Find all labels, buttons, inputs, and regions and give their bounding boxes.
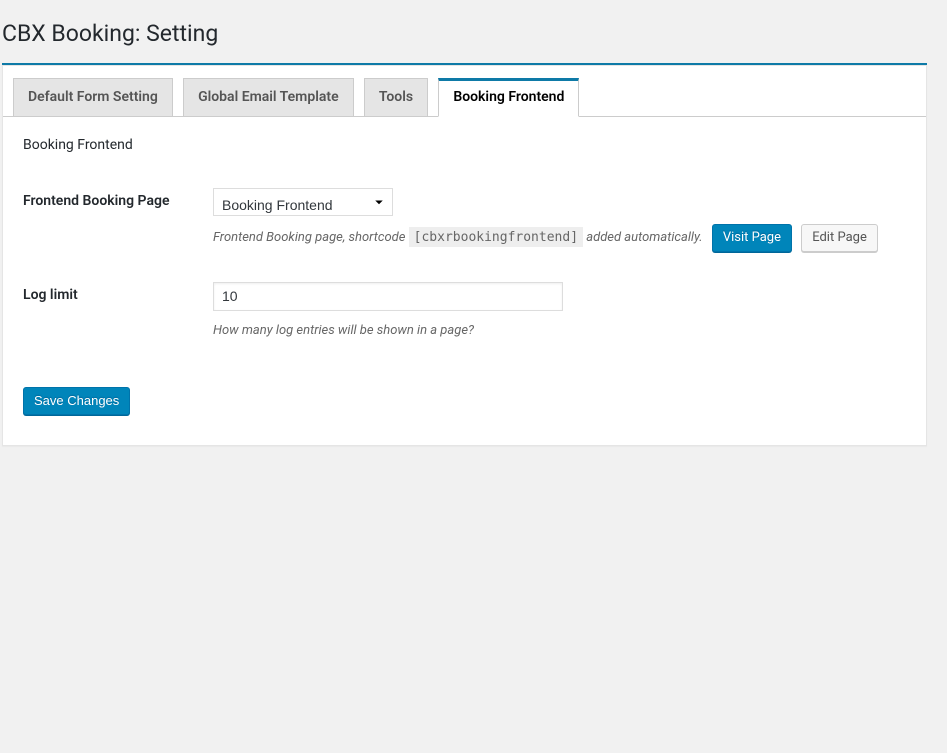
field-row-log-limit: Log limit How many log entries will be s… (3, 267, 926, 357)
visit-page-button[interactable]: Visit Page (712, 224, 792, 252)
section-title: Booking Frontend (3, 117, 926, 163)
tab-global-email-template[interactable]: Global Email Template (183, 78, 354, 116)
log-limit-input[interactable] (213, 282, 563, 311)
field-row-frontend-page: Frontend Booking Page Booking Frontend F… (3, 173, 926, 267)
tab-bar: Default Form Setting Global Email Templa… (3, 66, 926, 117)
page-title: CBX Booking: Setting (2, 10, 927, 53)
field-label-frontend-page: Frontend Booking Page (3, 173, 203, 267)
tab-tools[interactable]: Tools (364, 78, 428, 116)
edit-page-button[interactable]: Edit Page (801, 224, 878, 252)
frontend-page-select[interactable]: Booking Frontend (213, 188, 393, 216)
field-label-log-limit: Log limit (3, 267, 203, 357)
frontend-page-description: Frontend Booking page, shortcode [cbxrbo… (213, 224, 916, 252)
tab-booking-frontend[interactable]: Booking Frontend (438, 78, 579, 117)
shortcode-code: [cbxrbookingfrontend] (409, 227, 583, 247)
tab-default-form-setting[interactable]: Default Form Setting (13, 78, 173, 116)
desc-text-before: Frontend Booking page, shortcode (213, 230, 409, 245)
form-table: Frontend Booking Page Booking Frontend F… (3, 173, 926, 357)
settings-card: Default Form Setting Global Email Templa… (2, 65, 927, 446)
log-limit-description: How many log entries will be shown in a … (213, 319, 916, 342)
save-changes-button[interactable]: Save Changes (23, 387, 130, 415)
desc-text-after: added automatically. (583, 230, 706, 245)
